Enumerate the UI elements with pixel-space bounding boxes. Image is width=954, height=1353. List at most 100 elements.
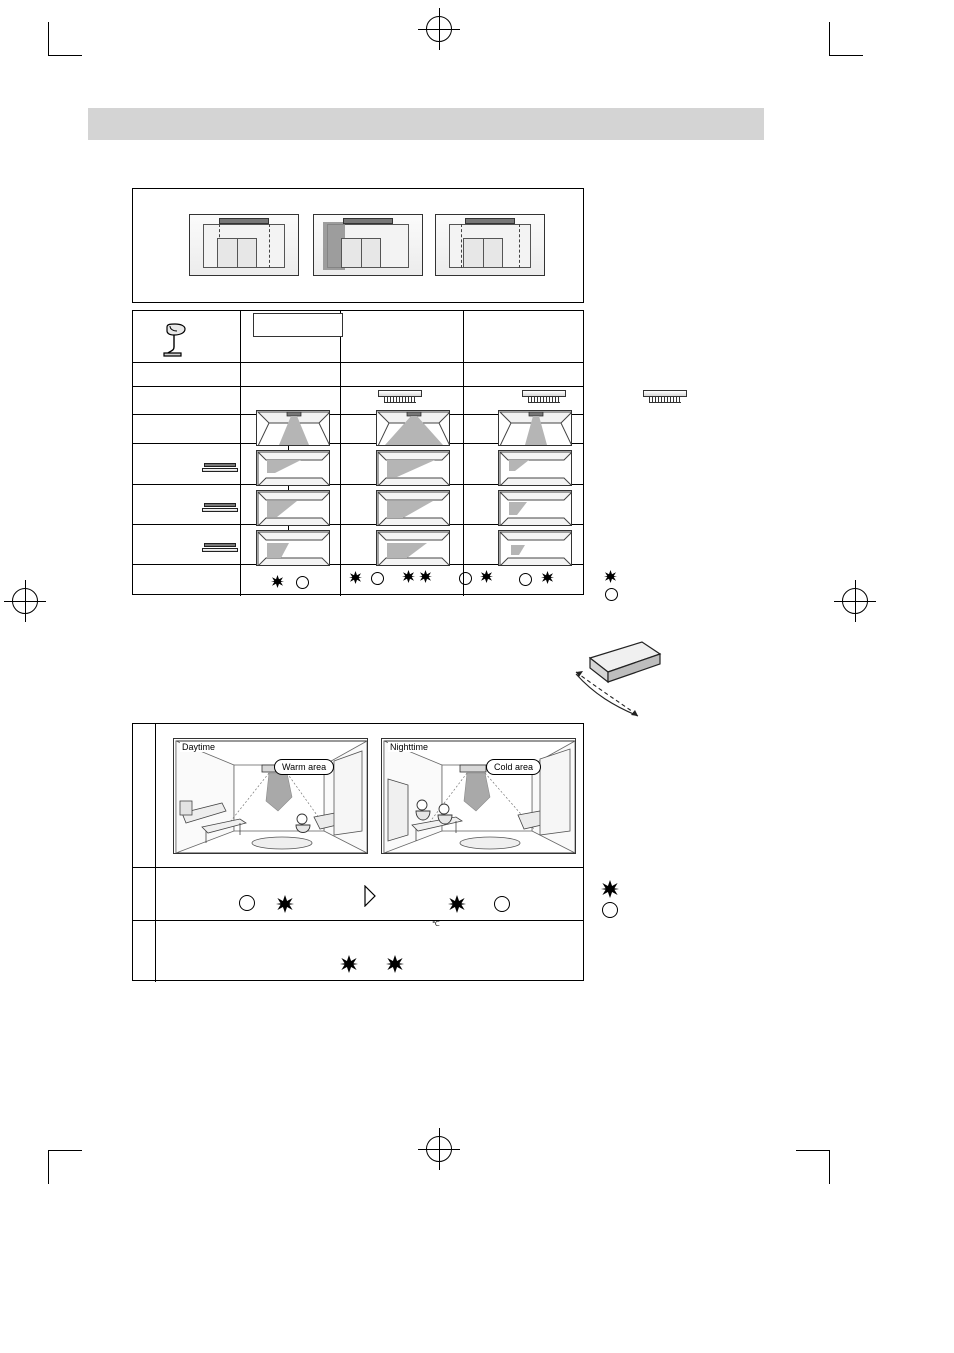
indoor-unit-icon-col3 (643, 390, 687, 403)
daytime-nighttime-table: Daytime Warm area Nighttime Cold area (132, 723, 584, 982)
indoor-unit-icon-col1 (378, 390, 422, 403)
section-header-bar (88, 108, 764, 140)
crop-mark-top-left-h (48, 55, 82, 56)
airflow-dotted-line-right (519, 224, 520, 268)
symbol-filled-t1-6 (541, 571, 554, 584)
symbol-open-t1-4 (519, 573, 532, 586)
legend-row-filled (604, 570, 622, 588)
table-hrule-2 (133, 386, 583, 387)
legend-symbol-filled (604, 570, 617, 583)
room-door (341, 238, 381, 268)
scene-daytime-label: Daytime (180, 742, 218, 752)
room-thumb-3 (435, 214, 545, 276)
indoor-unit-glyph (465, 218, 515, 224)
scene-nighttime: Nighttime Cold area (381, 738, 576, 854)
airflow-diagram-r3c2 (376, 490, 450, 526)
crop-mark-bottom-left-v (48, 1150, 49, 1184)
airflow-dotted-line-left (461, 224, 462, 268)
celsius-unit-label: ℃ (432, 921, 440, 928)
airflow-diagram-r1c3 (498, 410, 572, 446)
legend-symbol-open (602, 902, 618, 918)
vane-top (204, 543, 236, 547)
symbol-filled-t1-3 (402, 570, 415, 583)
desk-lamp-icon (161, 323, 205, 357)
symbol-filled-t1-2 (349, 571, 362, 584)
airflow-diagram-r2c1 (256, 450, 330, 486)
crop-mark-top-right-h (829, 55, 863, 56)
scene-nighttime-label: Nighttime (388, 742, 431, 752)
symbol-open-t1-3 (459, 572, 472, 585)
spec-table-legend (604, 570, 622, 606)
room-thumb-1 (189, 214, 299, 276)
table-hrule-1 (133, 362, 583, 363)
symbol-open-t1-1 (296, 576, 309, 589)
symbol-open-t2-2 (494, 896, 510, 912)
unit-vanes (649, 397, 681, 403)
table-vrule-1 (240, 311, 241, 596)
symbol-filled-t1-5 (480, 570, 493, 583)
room-thumb-2 (313, 214, 423, 276)
vane-position-icon-1 (202, 463, 238, 474)
scene-daytime: Daytime Warm area (173, 738, 368, 854)
airflow-diagram-r2c2 (376, 450, 450, 486)
legend-row-filled (601, 880, 619, 902)
indoor-unit-glyph (219, 218, 269, 224)
vane-bottom (202, 468, 238, 472)
crop-mark-bottom-right-v (829, 1150, 830, 1184)
airflow-diagram-r3c3 (498, 490, 572, 526)
room-door (463, 238, 503, 268)
symbol-filled-t2-1 (276, 895, 294, 913)
airflow-room-illustrations (132, 188, 584, 303)
cold-area-bubble: Cold area (486, 759, 542, 775)
airflow-diagram-r2c3 (498, 450, 572, 486)
table-vrule-3 (340, 311, 341, 596)
symbol-filled-t1-4 (419, 570, 432, 583)
legend-row-open (604, 588, 622, 606)
legend-symbol-filled (601, 880, 619, 898)
symbol-open-t2-1 (239, 895, 255, 911)
airflow-diagram-r4c1 (256, 530, 330, 566)
airflow-diagram-r4c3 (498, 530, 572, 566)
symbol-filled-t2-3 (340, 955, 358, 973)
vane-bottom (202, 548, 238, 552)
symbol-filled-t2-4 (386, 955, 404, 973)
indoor-unit-glyph (343, 218, 393, 224)
airflow-diagram-r4c2 (376, 530, 450, 566)
registration-mark-top (418, 8, 460, 50)
play-triangle-icon (364, 884, 376, 912)
vane-bottom (202, 508, 238, 512)
registration-mark-right (834, 580, 876, 622)
unit-vanes (528, 397, 560, 403)
registration-mark-left (4, 580, 46, 622)
airflow-diagram-r3c1 (256, 490, 330, 526)
room-door (217, 238, 257, 268)
registration-mark-bottom (418, 1128, 460, 1170)
vane-top (204, 463, 236, 467)
airflow-diagram-r1c2 (376, 410, 450, 446)
unit-body (522, 390, 566, 397)
crop-mark-top-right-v (829, 22, 830, 56)
symbol-open-t1-2 (371, 572, 384, 585)
lower-table-hrule-1 (133, 867, 583, 868)
legend-symbol-open (605, 588, 618, 601)
lower-table-hrule-2 (133, 920, 583, 921)
crop-mark-bottom-left-h (48, 1150, 82, 1151)
crop-mark-top-left-v (48, 22, 49, 56)
symbol-filled-t1-1 (271, 575, 284, 588)
unit-vanes (384, 397, 416, 403)
airflow-dotted-line-right (269, 224, 270, 268)
vane-top (204, 503, 236, 507)
room-overview-col1 (253, 313, 343, 337)
lower-table-vrule (155, 724, 156, 982)
vane-position-icon-2 (202, 503, 238, 514)
warm-area-bubble: Warm area (274, 759, 335, 775)
crop-mark-bottom-right-h (796, 1150, 830, 1151)
wall-mounted-unit-sketch (570, 630, 680, 730)
unit-body (378, 390, 422, 397)
table-vrule-4 (463, 311, 464, 596)
lower-table-legend (601, 880, 619, 924)
airflow-diagram-r1c1 (256, 410, 330, 446)
indoor-unit-icon-col2 (522, 390, 566, 403)
vane-position-icon-3 (202, 543, 238, 554)
legend-row-open (601, 902, 619, 924)
